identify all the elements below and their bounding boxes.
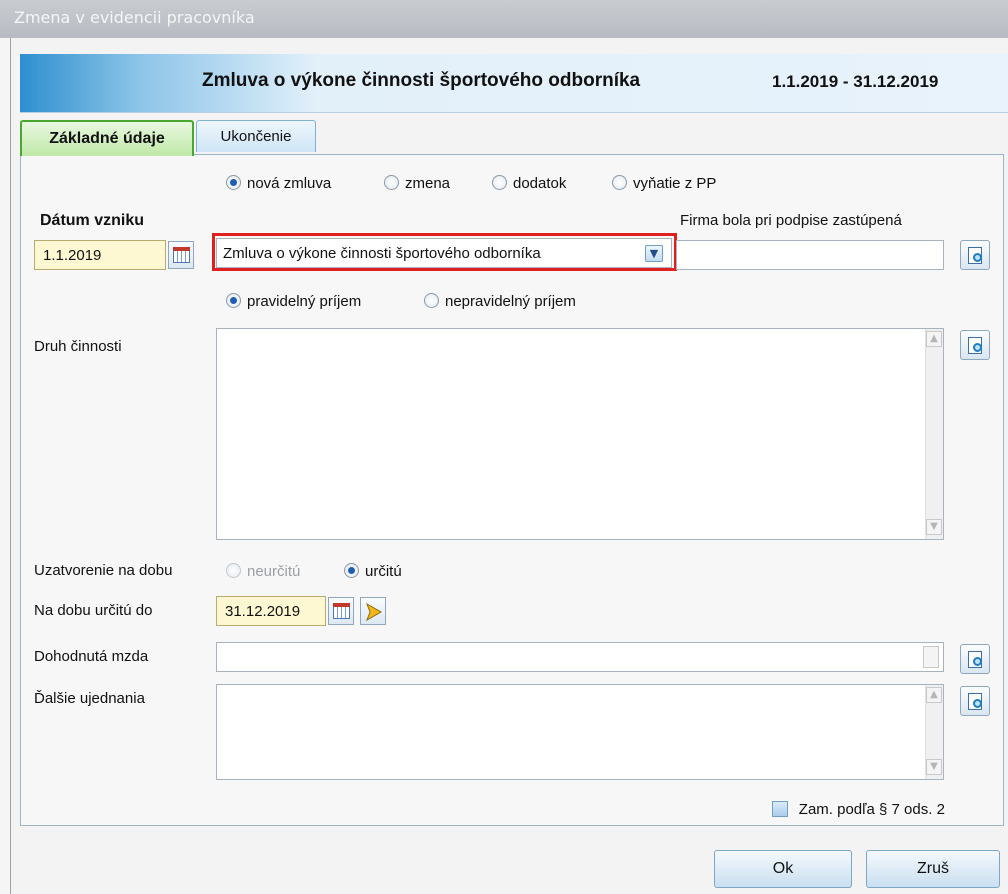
wage-input[interactable] (216, 642, 944, 672)
radio-exemption[interactable]: vyňatie z PP (612, 174, 716, 192)
window-title: Zmena v evidencii pracovníka (14, 8, 255, 27)
fixed-term-action-button[interactable] (360, 597, 386, 625)
magnifier-icon (973, 343, 982, 352)
fixed-term-calendar-button[interactable] (328, 597, 354, 625)
scroll-down-icon[interactable]: ▼ (926, 759, 942, 775)
activity-textarea[interactable]: ▲ ▼ (216, 328, 944, 540)
radio-icon (226, 175, 241, 190)
radio-icon (344, 563, 359, 578)
radio-change[interactable]: zmena (384, 174, 450, 192)
arrow-right-icon (366, 602, 383, 622)
magnifier-icon (973, 699, 982, 708)
representation-input[interactable] (676, 240, 944, 270)
window-titlebar: Zmena v evidencii pracovníka (0, 0, 1008, 38)
radio-indefinite: neurčitú (226, 562, 300, 580)
other-label: Ďalšie ujednania (34, 690, 145, 707)
tab-basic-data[interactable]: Základné údaje (20, 120, 194, 156)
chevron-down-icon[interactable]: ▼ (645, 245, 663, 262)
date-origin-input[interactable]: 1.1.2019 (34, 240, 166, 270)
magnifier-icon (973, 253, 982, 262)
radio-icon (612, 175, 627, 190)
date-origin-calendar-button[interactable] (168, 241, 194, 269)
calendar-icon (333, 603, 350, 619)
radio-new-contract[interactable]: nová zmluva (226, 174, 331, 192)
other-textarea[interactable]: ▲ ▼ (216, 684, 944, 780)
checkbox-par7[interactable]: Zam. podľa § 7 ods. 2 (772, 800, 945, 818)
representation-lookup-button[interactable] (960, 240, 990, 270)
other-lookup-button[interactable] (960, 686, 990, 716)
radio-irregular-income[interactable]: nepravidelný príjem (424, 292, 576, 310)
cancel-button[interactable]: Zruš (866, 850, 1000, 888)
fixed-term-input[interactable]: 31.12.2019 (216, 596, 326, 626)
ok-button[interactable]: Ok (714, 850, 852, 888)
scroll-down-icon[interactable]: ▼ (926, 519, 942, 535)
duration-label: Uzatvorenie na dobu (34, 562, 173, 579)
radio-icon (384, 175, 399, 190)
radio-regular-income[interactable]: pravidelný príjem (226, 292, 361, 310)
wage-label: Dohodnutá mzda (34, 648, 149, 665)
wage-lookup-button[interactable] (960, 644, 990, 674)
tab-termination[interactable]: Ukončenie (196, 120, 316, 152)
scroll-up-icon[interactable]: ▲ (926, 687, 942, 703)
magnifier-icon (973, 657, 982, 666)
scroll-up-icon[interactable]: ▲ (926, 331, 942, 347)
date-origin-label: Dátum vzniku (40, 212, 145, 229)
checkbox-box (772, 801, 788, 817)
wage-spinner[interactable] (923, 646, 939, 668)
banner-title: Zmluva o výkone činnosti športového odbo… (202, 70, 641, 91)
activity-lookup-button[interactable] (960, 330, 990, 360)
radio-amendment[interactable]: dodatok (492, 174, 566, 192)
activity-scrollbar[interactable]: ▲ ▼ (925, 329, 943, 539)
banner-dates: 1.1.2019 - 31.12.2019 (772, 72, 939, 91)
calendar-icon (173, 247, 190, 263)
radio-icon (226, 293, 241, 308)
activity-label: Druh činnosti (34, 338, 122, 355)
representation-label: Firma bola pri podpise zastúpená (680, 212, 902, 229)
radio-icon (424, 293, 439, 308)
fixed-term-label: Na dobu určitú do (34, 602, 153, 619)
radio-icon (226, 563, 241, 578)
contract-type-select[interactable]: Zmluva o výkone činnosti športového odbo… (216, 238, 672, 268)
radio-definite[interactable]: určitú (344, 562, 402, 580)
radio-icon (492, 175, 507, 190)
contract-type-value: Zmluva o výkone činnosti športového odbo… (223, 245, 541, 262)
other-scrollbar[interactable]: ▲ ▼ (925, 685, 943, 779)
